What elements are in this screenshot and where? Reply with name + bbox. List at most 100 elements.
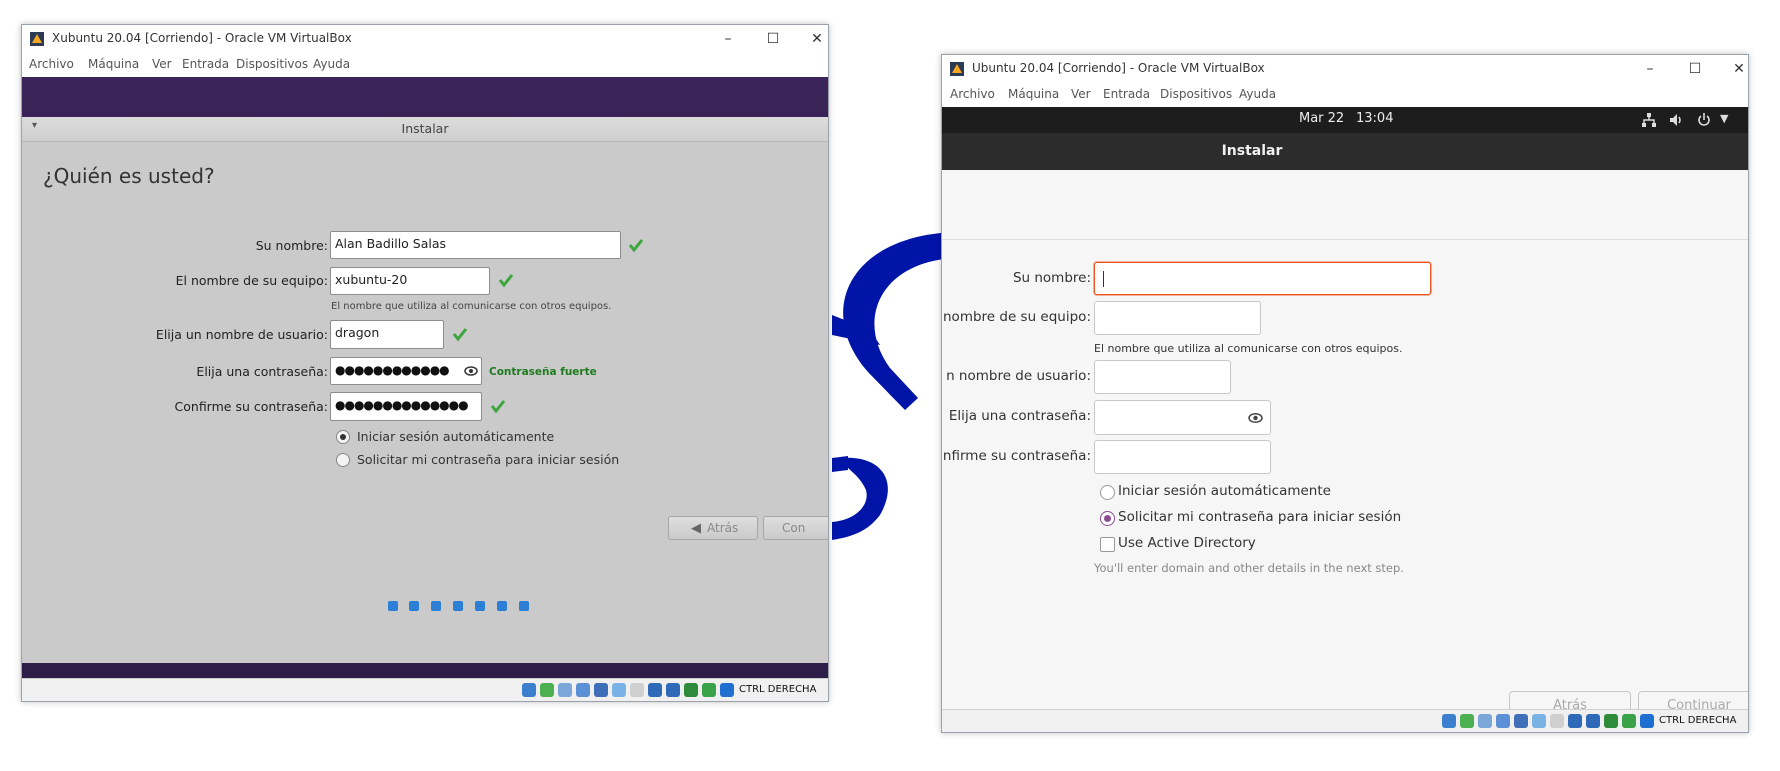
auto-login-label[interactable]: Iniciar sesión automáticamente bbox=[1118, 483, 1331, 499]
xubuntu-virtualbox-window: Xubuntu 20.04 [Corriendo] - Oracle VM Vi… bbox=[21, 24, 829, 702]
progress-step bbox=[519, 601, 529, 611]
audio-icon[interactable] bbox=[558, 683, 572, 697]
audio-icon[interactable] bbox=[1478, 714, 1492, 728]
require-password-radio[interactable] bbox=[336, 453, 350, 467]
topbar-time[interactable]: 13:04 bbox=[1356, 111, 1393, 126]
network-icon[interactable] bbox=[576, 683, 590, 697]
usb-icon[interactable] bbox=[1514, 714, 1528, 728]
minimize-icon[interactable]: – bbox=[1632, 58, 1668, 80]
computer-name-field[interactable]: xubuntu-20 bbox=[330, 267, 490, 295]
confirm-password-label: nfirme su contraseña: bbox=[942, 448, 1091, 464]
name-field[interactable] bbox=[1094, 262, 1431, 295]
active-directory-checkbox[interactable] bbox=[1100, 537, 1115, 552]
video-capture-icon[interactable] bbox=[1568, 714, 1582, 728]
optical-drive-icon[interactable] bbox=[1460, 714, 1474, 728]
menu-ver[interactable]: Ver bbox=[152, 57, 172, 71]
menubar: Archivo Máquina Ver Entrada Dispositivos… bbox=[22, 53, 828, 77]
valid-check-icon bbox=[452, 328, 468, 342]
computer-name-field[interactable] bbox=[1094, 301, 1261, 335]
auto-login-radio[interactable] bbox=[336, 430, 350, 444]
progress-step bbox=[409, 601, 419, 611]
menu-entrada[interactable]: Entrada bbox=[1103, 87, 1150, 101]
installer-content: Su nombre: nombre de su equipo: El nombr… bbox=[942, 170, 1748, 721]
show-password-eye-icon[interactable] bbox=[1248, 412, 1263, 424]
minimize-icon[interactable]: – bbox=[710, 28, 746, 50]
menu-ayuda[interactable]: Ayuda bbox=[1239, 87, 1276, 101]
menu-archivo[interactable]: Archivo bbox=[29, 57, 74, 71]
close-icon[interactable]: ✕ bbox=[1721, 58, 1748, 80]
confirm-password-field[interactable]: ●●●●●●●●●●●●●● bbox=[330, 392, 482, 421]
installer-dialog: ▾ Instalar ¿Quién es usted? Su nombre: A… bbox=[22, 117, 828, 663]
keyboard-capture-icon[interactable] bbox=[1640, 714, 1654, 728]
computer-name-label: El nombre de su equipo: bbox=[175, 273, 328, 288]
maximize-icon[interactable]: ☐ bbox=[755, 28, 791, 50]
require-password-label[interactable]: Solicitar mi contraseña para iniciar ses… bbox=[1118, 509, 1401, 525]
continue-button[interactable]: Con bbox=[763, 516, 828, 540]
menu-ver[interactable]: Ver bbox=[1071, 87, 1091, 101]
require-password-radio[interactable] bbox=[1100, 511, 1115, 526]
hard-disk-icon[interactable] bbox=[522, 683, 536, 697]
password-mask: ●●●●●●●●●●●● bbox=[335, 363, 450, 377]
system-menu-arrow-icon[interactable]: ▼ bbox=[1720, 112, 1728, 125]
valid-check-icon bbox=[628, 239, 644, 253]
back-button-label: Atrás bbox=[707, 521, 739, 535]
network-icon[interactable] bbox=[1642, 113, 1656, 127]
mouse-integration-icon[interactable] bbox=[702, 683, 716, 697]
username-field[interactable] bbox=[1094, 360, 1231, 394]
active-directory-label[interactable]: Use Active Directory bbox=[1118, 535, 1256, 551]
menu-archivo[interactable]: Archivo bbox=[950, 87, 995, 101]
auto-login-radio[interactable] bbox=[1100, 485, 1115, 500]
content-divider bbox=[942, 239, 1748, 240]
password-field[interactable]: ●●●●●●●●●●●● bbox=[330, 357, 482, 385]
install-progress-dots bbox=[388, 601, 538, 611]
hard-disk-icon[interactable] bbox=[1442, 714, 1456, 728]
window-title: Ubuntu 20.04 [Corriendo] - Oracle VM Vir… bbox=[972, 61, 1265, 75]
progress-step bbox=[431, 601, 441, 611]
window-title: Xubuntu 20.04 [Corriendo] - Oracle VM Vi… bbox=[52, 31, 352, 45]
menu-maquina[interactable]: Máquina bbox=[1008, 87, 1059, 101]
keyboard-capture-icon[interactable] bbox=[720, 683, 734, 697]
gnome-top-bar: Mar 22 13:04 ▼ bbox=[942, 107, 1748, 133]
menu-ayuda[interactable]: Ayuda bbox=[313, 57, 350, 71]
back-arrow-icon: ◀ bbox=[691, 521, 701, 536]
name-label: Su nombre: bbox=[255, 238, 328, 253]
display-icon[interactable] bbox=[630, 683, 644, 697]
usb-icon[interactable] bbox=[594, 683, 608, 697]
confirm-password-field[interactable] bbox=[1094, 440, 1271, 474]
titlebar: Xubuntu 20.04 [Corriendo] - Oracle VM Vi… bbox=[22, 25, 828, 53]
video-capture-icon[interactable] bbox=[648, 683, 662, 697]
shared-folders-icon[interactable] bbox=[612, 683, 626, 697]
continue-button-label: Con bbox=[782, 521, 806, 535]
volume-icon[interactable] bbox=[1669, 113, 1684, 127]
page-heading: ¿Quién es usted? bbox=[43, 164, 215, 188]
menu-entrada[interactable]: Entrada bbox=[182, 57, 229, 71]
settings-icon[interactable] bbox=[666, 683, 680, 697]
progress-step bbox=[453, 601, 463, 611]
menu-dispositivos[interactable]: Dispositivos bbox=[1160, 87, 1232, 101]
menu-maquina[interactable]: Máquina bbox=[88, 57, 139, 71]
topbar-date[interactable]: Mar 22 bbox=[1299, 111, 1344, 126]
menu-dispositivos[interactable]: Dispositivos bbox=[236, 57, 308, 71]
network-icon[interactable] bbox=[1496, 714, 1510, 728]
settings-icon[interactable] bbox=[1586, 714, 1600, 728]
dialog-title: Instalar bbox=[401, 121, 449, 136]
display-icon[interactable] bbox=[1550, 714, 1564, 728]
require-password-label[interactable]: Solicitar mi contraseña para iniciar ses… bbox=[357, 452, 619, 467]
shared-folders-icon[interactable] bbox=[1532, 714, 1546, 728]
username-field[interactable]: dragon bbox=[330, 320, 444, 349]
name-field[interactable]: Alan Badillo Salas bbox=[330, 231, 621, 259]
show-password-eye-icon[interactable] bbox=[464, 365, 478, 377]
power-icon[interactable] bbox=[1697, 113, 1711, 127]
mouse-integration-icon[interactable] bbox=[1622, 714, 1636, 728]
maximize-icon[interactable]: ☐ bbox=[1677, 58, 1713, 80]
auto-login-label[interactable]: Iniciar sesión automáticamente bbox=[357, 429, 554, 444]
dialog-titlebar: ▾ Instalar bbox=[22, 117, 828, 142]
password-field[interactable] bbox=[1094, 400, 1271, 435]
cpu-icon[interactable] bbox=[1604, 714, 1618, 728]
back-button[interactable]: ◀ Atrás bbox=[668, 516, 758, 540]
close-icon[interactable]: ✕ bbox=[799, 28, 828, 50]
cpu-icon[interactable] bbox=[684, 683, 698, 697]
vbox-statusbar: CTRL DERECHA bbox=[942, 709, 1748, 732]
virtualbox-icon bbox=[950, 62, 964, 76]
optical-drive-icon[interactable] bbox=[540, 683, 554, 697]
